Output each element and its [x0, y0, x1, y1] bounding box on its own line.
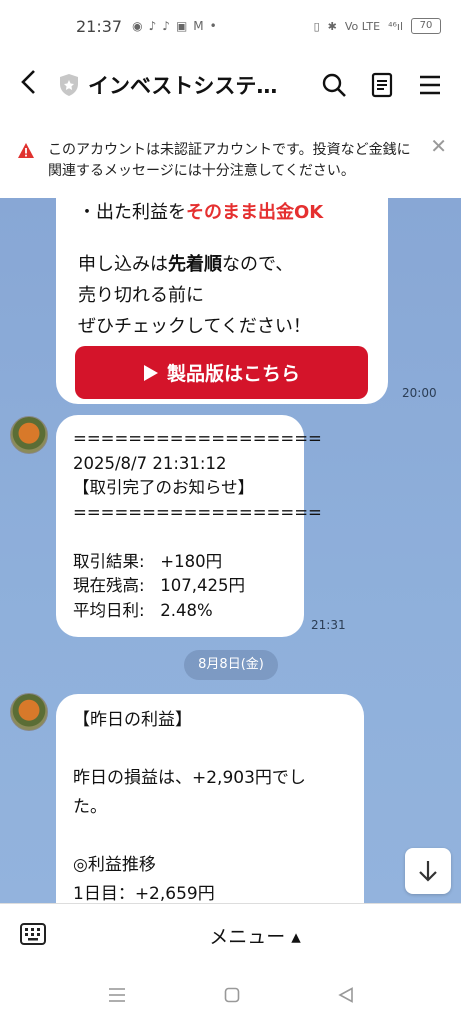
bluetooth-icon: ✱: [327, 19, 337, 33]
message-text: ================== 2025/8/7 21:31:12 【取引…: [73, 429, 322, 620]
message-text: なので、: [222, 254, 294, 275]
tiktok-icon: ♪: [148, 19, 157, 33]
message-line: ・出た利益をそのまま出金OK: [78, 198, 323, 224]
back-icon[interactable]: [338, 987, 354, 1003]
highlight-text: そのまま出金OK: [186, 202, 324, 223]
message-text: 【昨日の利益】 昨日の損益は、+2,903円でし た。 ◎利益推移 1日目：+2…: [73, 710, 306, 903]
unverified-shield-icon: [60, 74, 78, 96]
rich-menu-bar: メニュー ▴: [0, 903, 461, 965]
notes-icon[interactable]: [369, 72, 395, 98]
message-text: ・出た利益を: [78, 202, 186, 223]
message-bubble: 【昨日の利益】 昨日の損益は、+2,903円でし た。 ◎利益推移 1日目：+2…: [56, 694, 364, 903]
volte-icon: Vo LTE: [344, 19, 381, 33]
avatar[interactable]: [10, 416, 48, 454]
notification-icon: ◉: [132, 19, 143, 33]
page-title: インベストシステ…: [88, 74, 278, 98]
product-link-button[interactable]: 製品版はこちら: [75, 346, 368, 399]
play-icon: [143, 364, 158, 381]
vibrate-icon: ▯: [313, 19, 320, 33]
more-dot-icon: •: [209, 19, 217, 33]
message-paragraph: 申し込みは先着順なので、 売り切れる前に ぜひチェックしてください！: [78, 249, 311, 342]
home-icon[interactable]: [224, 987, 240, 1003]
status-bar: 21:37 ◉ ♪ ♪ ▣ M • ▯ ✱ Vo LTE ⁴⁶ıl 70: [0, 0, 461, 52]
warning-icon: [18, 143, 34, 158]
message-text: 売り切れる前に: [78, 285, 204, 306]
gallery-icon: ▣: [175, 19, 188, 33]
recent-apps-icon[interactable]: [108, 987, 126, 1003]
date-divider: 8月8日(金): [184, 650, 278, 680]
gmail-icon: M: [193, 19, 204, 33]
message-timestamp: 20:00: [402, 386, 437, 400]
tiktok-icon: ♪: [162, 19, 170, 33]
status-notification-icons: ◉ ♪ ♪ ▣ M •: [132, 19, 217, 33]
close-icon[interactable]: ✕: [430, 136, 447, 157]
battery-icon: 70: [411, 18, 441, 34]
search-icon[interactable]: [321, 72, 347, 98]
message-text: 申し込みは: [78, 254, 168, 275]
message-timestamp: 21:31: [311, 618, 346, 632]
message-text: ぜひチェックしてください！: [78, 316, 311, 337]
warning-text: このアカウントは未認証アカウントです。投資など金銭に関連するメッセージには十分注…: [48, 142, 411, 179]
unverified-account-warning: このアカウントは未認証アカウントです。投資など金銭に関連するメッセージには十分注…: [0, 118, 461, 198]
message-bubble: ================== 2025/8/7 21:31:12 【取引…: [56, 415, 322, 637]
status-time: 21:37: [76, 16, 123, 36]
status-system-icons: ▯ ✱ Vo LTE ⁴⁶ıl 70: [314, 18, 441, 34]
menu-toggle-button[interactable]: メニュー ▴: [0, 922, 461, 949]
chat-header: インベストシステ…: [0, 52, 461, 118]
bold-text: 先着順: [168, 254, 222, 275]
chat-area[interactable]: ・出た利益をそのまま出金OK 申し込みは先着順なので、 売り切れる前に ぜひチェ…: [0, 198, 461, 903]
system-nav-bar: [0, 965, 461, 1024]
avatar[interactable]: [10, 693, 48, 731]
menu-icon[interactable]: [417, 72, 443, 98]
signal-icon: ⁴⁶ıl: [388, 19, 403, 33]
button-label: 製品版はこちら: [166, 363, 300, 385]
scroll-to-bottom-button[interactable]: [405, 848, 451, 894]
arrow-down-icon: [419, 861, 437, 882]
back-chevron-icon[interactable]: [18, 68, 52, 102]
message-bubble: ・出た利益をそのまま出金OK 申し込みは先着順なので、 売り切れる前に ぜひチェ…: [56, 198, 388, 404]
